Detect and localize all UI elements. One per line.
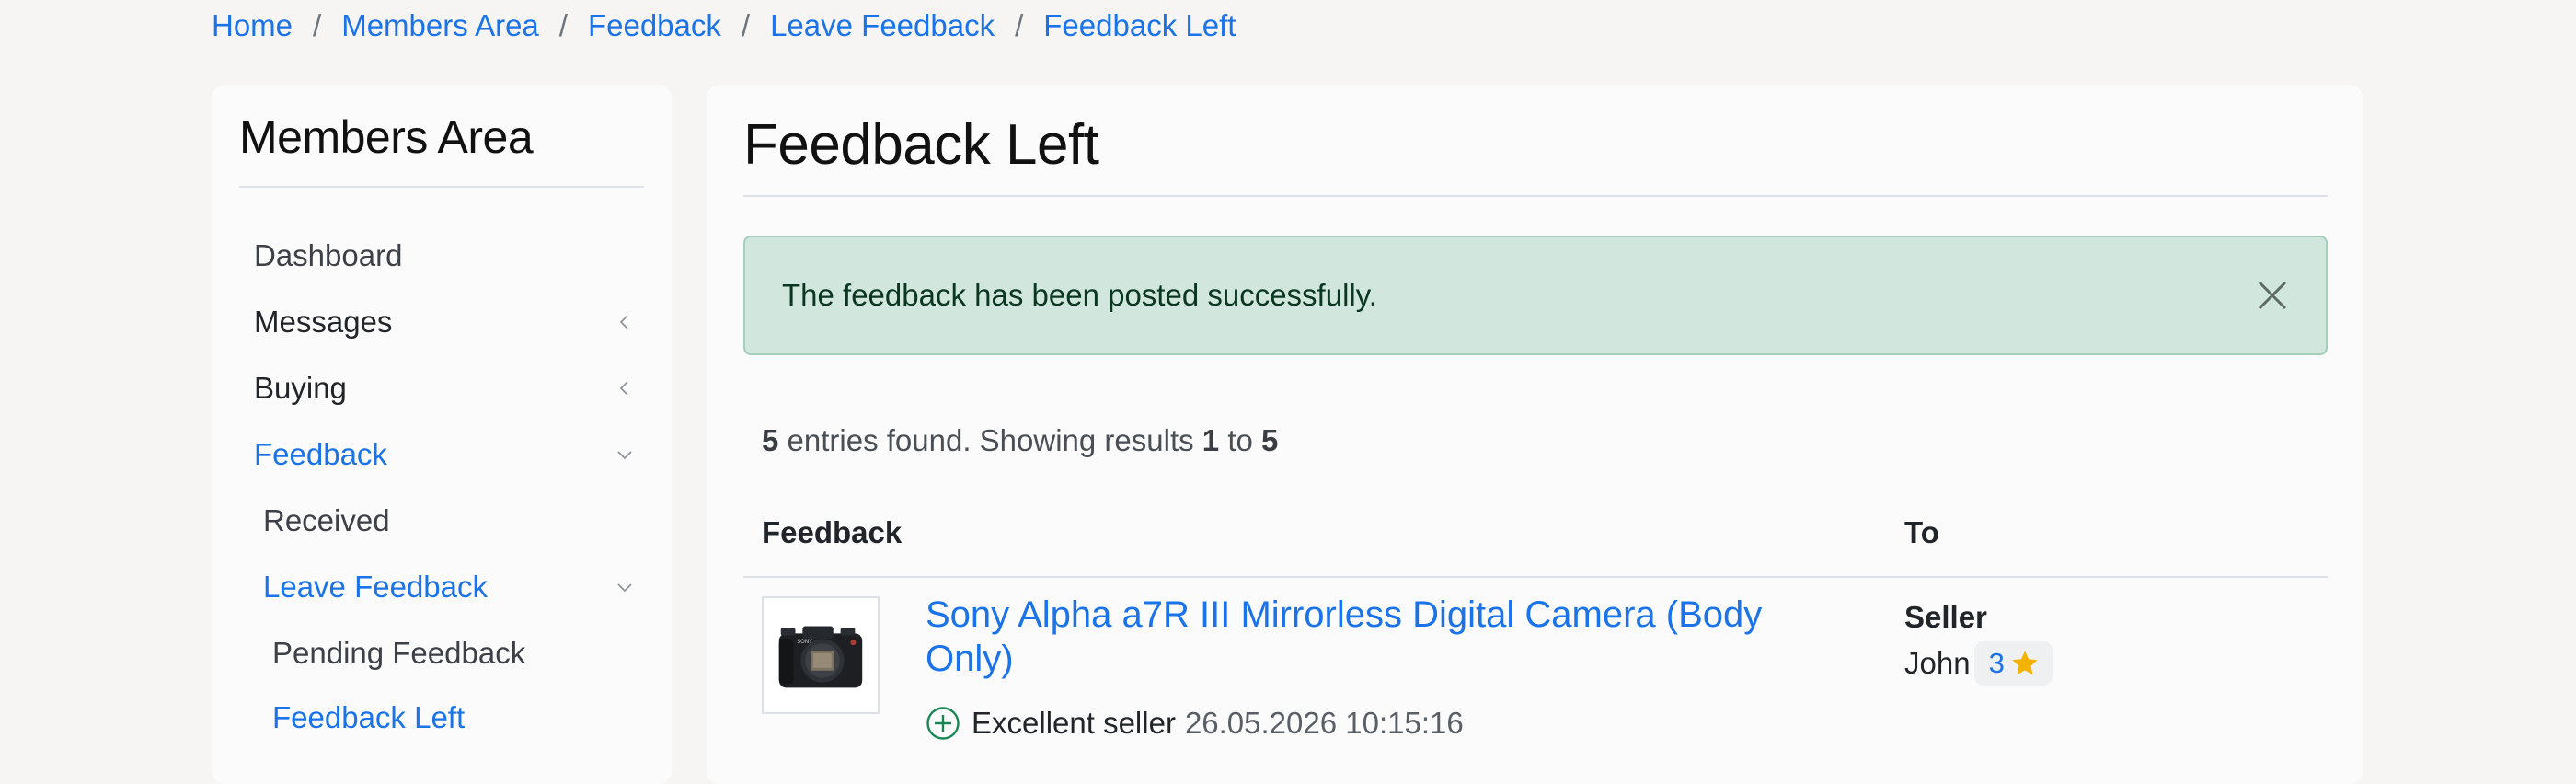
close-icon[interactable]: [2256, 279, 2289, 312]
sidebar-item-pending-feedback[interactable]: Pending Feedback: [272, 628, 635, 679]
sidebar: Members Area Dashboard Messages Buying F…: [212, 85, 672, 784]
sidebar-item-buying[interactable]: Buying: [254, 363, 635, 414]
sidebar-item-label: Messages: [254, 305, 393, 339]
sidebar-item-leave-feedback[interactable]: Leave Feedback: [263, 561, 635, 613]
sidebar-item-label: Received: [263, 503, 390, 537]
feedback-date: 26.05.2026 10:15:16: [1184, 706, 1464, 740]
sidebar-item-label: Dashboard: [254, 238, 403, 272]
recipient-role: Seller: [1904, 600, 1987, 634]
main-panel: Feedback Left The feedback has been post…: [707, 85, 2363, 784]
breadcrumb: Home / Members Area / Feedback / Leave F…: [212, 6, 1236, 46]
sidebar-item-feedback-left[interactable]: Feedback Left: [272, 692, 635, 744]
recipient-username: John: [1904, 646, 1971, 680]
chevron-left-icon: [615, 378, 635, 398]
chevron-down-icon: [615, 577, 635, 597]
breadcrumb-home[interactable]: Home: [212, 8, 293, 43]
sidebar-title: Members Area: [239, 111, 534, 163]
sidebar-item-received[interactable]: Received: [263, 495, 635, 547]
sidebar-item-label: Feedback: [254, 437, 387, 471]
plus-circle-icon: [926, 706, 960, 741]
results-from: 1: [1202, 423, 1220, 457]
sidebar-item-label: Leave Feedback: [263, 570, 489, 604]
breadcrumb-separator: /: [1015, 8, 1024, 42]
breadcrumb-feedback-left[interactable]: Feedback Left: [1043, 8, 1236, 43]
page-title: Feedback Left: [743, 113, 1099, 177]
breadcrumb-leave-feedback[interactable]: Leave Feedback: [770, 8, 995, 43]
sidebar-item-dashboard[interactable]: Dashboard: [254, 230, 635, 282]
sidebar-item-label: Feedback Left: [272, 700, 466, 734]
user-score-badge[interactable]: 3: [1973, 641, 2053, 686]
sidebar-divider: [239, 186, 644, 188]
breadcrumb-feedback[interactable]: Feedback: [588, 8, 721, 43]
column-header-to: To: [1904, 515, 1939, 549]
sidebar-item-messages[interactable]: Messages: [254, 296, 635, 348]
user-score: 3: [1988, 647, 2005, 679]
column-header-feedback: Feedback: [762, 515, 903, 549]
table-header-divider: [743, 576, 2328, 578]
svg-text:SONY: SONY: [797, 640, 812, 645]
breadcrumb-separator: /: [558, 8, 568, 42]
star-icon: [2010, 649, 2040, 678]
chevron-left-icon: [615, 312, 635, 332]
breadcrumb-separator: /: [741, 8, 751, 42]
results-summary: 5 entries found. Showing results 1 to 5: [762, 423, 1278, 458]
breadcrumb-members-area[interactable]: Members Area: [341, 8, 539, 43]
success-alert: The feedback has been posted successfull…: [743, 236, 2328, 355]
alert-message: The feedback has been posted successfull…: [782, 278, 1377, 312]
feedback-entry: Excellent seller 26.05.2026 10:15:16: [926, 703, 1464, 744]
product-title-link[interactable]: Sony Alpha a7R III Mirrorless Digital Ca…: [926, 593, 1809, 681]
sidebar-item-label: Buying: [254, 371, 347, 405]
results-to-word: to: [1227, 423, 1253, 457]
title-divider: [743, 195, 2328, 197]
results-to: 5: [1261, 423, 1279, 457]
results-text: entries found. Showing results: [787, 423, 1194, 457]
results-count: 5: [762, 423, 779, 457]
sidebar-item-feedback[interactable]: Feedback: [254, 429, 635, 480]
camera-image[interactable]: SONY: [762, 596, 880, 714]
sidebar-item-label: Pending Feedback: [272, 636, 526, 670]
chevron-down-icon: [615, 444, 635, 465]
feedback-comment: Excellent seller: [972, 706, 1176, 740]
breadcrumb-separator: /: [313, 8, 322, 42]
recipient-user: John 3: [1904, 640, 2053, 686]
